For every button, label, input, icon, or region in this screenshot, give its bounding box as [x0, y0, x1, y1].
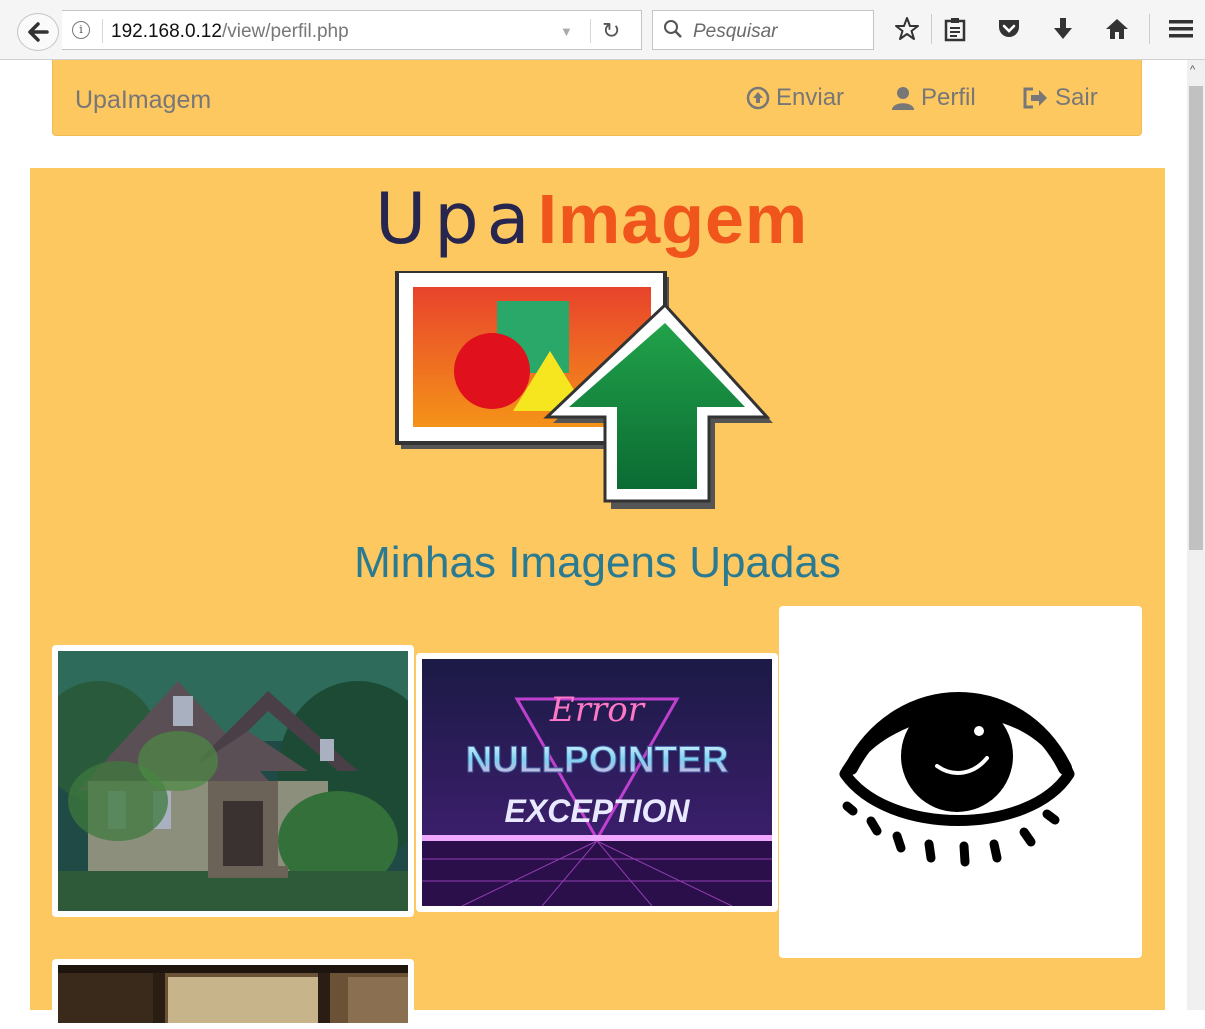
navbar-brand[interactable]: UpaImagem	[75, 86, 211, 115]
scroll-up-icon[interactable]: ^	[1190, 64, 1195, 76]
nullpointer-image: Error NULLPOINTER EXCEPTION	[422, 659, 772, 906]
logo-title: UpaImagem	[375, 178, 808, 260]
divider	[931, 14, 932, 44]
browser-toolbar: i 192.168.0.12/view/perfil.php ▼ ↻ Pesqu…	[0, 0, 1205, 60]
page-heading: Minhas Imagens Upadas	[354, 538, 841, 587]
eye-drawing-image	[839, 692, 1075, 867]
house-image	[58, 651, 408, 911]
nav-sair-label: Sair	[1055, 84, 1098, 111]
nav-enviar[interactable]: Enviar	[746, 84, 844, 112]
upload-circle-icon	[746, 86, 770, 110]
nullpointer-script-text: Error	[549, 690, 646, 730]
search-input[interactable]: Pesquisar	[693, 21, 778, 43]
image-thumbnail-nullpointer[interactable]: Error NULLPOINTER EXCEPTION	[416, 653, 778, 912]
nullpointer-line2-text: EXCEPTION	[505, 793, 691, 829]
scrollbar[interactable]: ^	[1187, 60, 1205, 1010]
nav-perfil[interactable]: Perfil	[891, 84, 976, 112]
nav-sair[interactable]: Sair	[1021, 84, 1098, 112]
back-button[interactable]	[17, 13, 59, 51]
image-thumbnail-eye[interactable]	[779, 606, 1142, 958]
logout-icon	[1023, 87, 1047, 109]
bookmark-star-icon[interactable]	[893, 15, 921, 43]
reload-icon[interactable]: ↻	[602, 18, 620, 44]
scroll-thumb[interactable]	[1189, 86, 1203, 550]
download-icon[interactable]	[1049, 15, 1077, 43]
menu-icon[interactable]	[1167, 15, 1195, 43]
info-icon[interactable]: i	[72, 21, 90, 39]
image-thumbnail-partial[interactable]	[52, 959, 414, 1029]
search-bar[interactable]: Pesquisar	[652, 10, 874, 50]
reader-list-icon[interactable]	[941, 15, 969, 43]
back-arrow-icon	[28, 22, 49, 42]
url-host: 192.168.0.12	[111, 21, 222, 42]
divider	[102, 19, 103, 43]
url-path: /view/perfil.php	[221, 21, 349, 42]
home-icon[interactable]	[1103, 15, 1131, 43]
url-text[interactable]: 192.168.0.12/view/perfil.php	[111, 21, 349, 43]
search-icon	[664, 20, 682, 38]
upload-image-logo-icon	[395, 271, 773, 509]
divider	[590, 19, 591, 43]
nav-perfil-label: Perfil	[921, 84, 976, 111]
pocket-icon[interactable]	[995, 15, 1023, 43]
logo-part-imagem: Imagem	[537, 180, 809, 258]
main-panel: UpaImagem Minhas Imagens Upadas Error NU…	[30, 168, 1165, 1029]
divider	[1149, 14, 1150, 44]
logo-part-upa: Upa	[375, 178, 538, 260]
nav-enviar-label: Enviar	[776, 84, 845, 111]
dropdown-icon[interactable]: ▼	[560, 24, 573, 39]
partial-image	[58, 965, 408, 1023]
image-thumbnail-house[interactable]	[52, 645, 414, 917]
site-navbar: UpaImagem Enviar Perfil Sair	[52, 60, 1142, 136]
user-icon	[892, 87, 914, 110]
nullpointer-line1-text: NULLPOINTER	[465, 739, 728, 780]
url-bar[interactable]: i 192.168.0.12/view/perfil.php ▼ ↻	[62, 10, 642, 50]
